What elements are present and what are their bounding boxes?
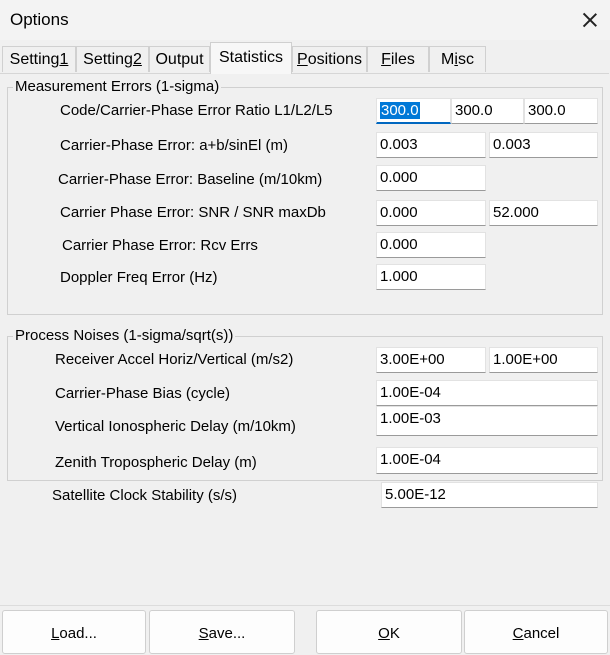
tab-strip: Setting1 Setting2 Output Statistics Posi… (0, 42, 610, 74)
code-ratio-l5-field[interactable]: 300.0 (524, 98, 598, 124)
snr-label: Carrier Phase Error: SNR / SNR maxDb (60, 204, 326, 221)
clock-label: Satellite Clock Stability (s/s) (52, 487, 238, 504)
accel-horiz-field[interactable]: 3.00E+00 (376, 347, 486, 373)
baseline-label: Carrier-Phase Error: Baseline (m/10km) (58, 171, 323, 188)
button-bar: Load... Save... OK Cancel (0, 605, 610, 655)
tropo-label: Zenith Tropospheric Delay (m) (55, 454, 257, 471)
accel-label: Receiver Accel Horiz/Vertical (m/s2) (55, 351, 294, 368)
snr-field[interactable]: 0.000 (376, 200, 486, 226)
phase-error-b-field[interactable]: 0.003 (489, 132, 598, 158)
iono-field[interactable]: 1.00E-03 (376, 406, 598, 436)
bias-field[interactable]: 1.00E-04 (376, 380, 598, 406)
rcv-errs-field[interactable]: 0.000 (376, 232, 486, 258)
window-title: Options (10, 10, 69, 29)
rcv-errs-label: Carrier Phase Error: Rcv Errs (62, 237, 258, 254)
doppler-label: Doppler Freq Error (Hz) (60, 269, 218, 286)
tab-positions[interactable]: Positions (292, 46, 367, 72)
cancel-button[interactable]: Cancel (464, 610, 608, 654)
phase-error-label: Carrier-Phase Error: a+b/sinEl (m) (60, 137, 288, 154)
bias-label: Carrier-Phase Bias (cycle) (55, 385, 231, 402)
tab-statistics[interactable]: Statistics (210, 42, 292, 74)
tab-misc[interactable]: Misc (429, 46, 486, 72)
close-icon[interactable] (574, 6, 606, 34)
load-button[interactable]: Load... (2, 610, 146, 654)
phase-error-a-field[interactable]: 0.003 (376, 132, 486, 158)
baseline-field[interactable]: 0.000 (376, 165, 486, 191)
process-noises-title: Process Noises (1-sigma/sqrt(s)) (13, 327, 236, 344)
code-ratio-label: Code/Carrier-Phase Error Ratio L1/L2/L5 (60, 102, 333, 119)
code-ratio-l1-field[interactable]: 300.0 (376, 98, 451, 124)
ok-button[interactable]: OK (316, 610, 462, 654)
save-button[interactable]: Save... (149, 610, 295, 654)
tab-files[interactable]: Files (367, 46, 429, 72)
tab-setting2[interactable]: Setting2 (76, 46, 149, 72)
snr-max-field[interactable]: 52.000 (489, 200, 598, 226)
clock-field[interactable]: 5.00E-12 (381, 482, 598, 508)
tropo-field[interactable]: 1.00E-04 (376, 447, 598, 474)
measurement-errors-title: Measurement Errors (1-sigma) (13, 78, 222, 95)
title-bar: Options (0, 0, 610, 40)
tab-setting1[interactable]: Setting1 (2, 46, 76, 72)
tab-output[interactable]: Output (149, 46, 210, 72)
iono-label: Vertical Ionospheric Delay (m/10km) (55, 418, 296, 435)
doppler-field[interactable]: 1.000 (376, 264, 486, 290)
accel-vert-field[interactable]: 1.00E+00 (489, 347, 598, 373)
code-ratio-l2-field[interactable]: 300.0 (451, 98, 524, 124)
